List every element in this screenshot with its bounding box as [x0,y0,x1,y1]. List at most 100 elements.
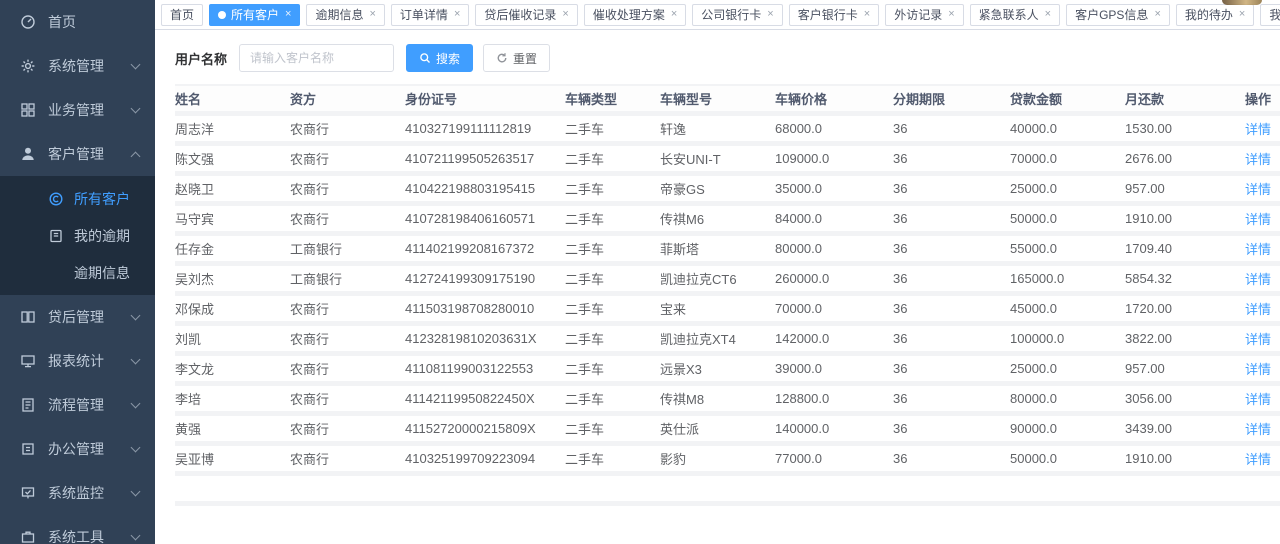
cell-empty [1245,473,1280,503]
detail-link[interactable]: 详情 [1245,272,1271,287]
detail-link[interactable]: 详情 [1245,332,1271,347]
tab-1[interactable]: 所有客户 × [209,4,300,26]
cell-身份证号: 411402199208167372 [405,233,565,263]
tab-label: 所有客户 [231,6,279,23]
search-button[interactable]: 搜索 [406,44,473,72]
sidebar-item-3[interactable]: 客户管理 [0,132,155,176]
cell-身份证号: 41142119950822450X [405,383,565,413]
detail-link[interactable]: 详情 [1245,452,1271,467]
submenu-item-2[interactable]: 逾期信息 [0,254,155,291]
cell-贷款金额: 45000.0 [1010,293,1125,323]
sidebar-item-label: 系统管理 [48,56,132,76]
office-icon [20,441,36,457]
customer-name-input[interactable] [239,44,394,72]
close-tab-icon[interactable]: × [369,9,375,20]
tab-7[interactable]: 客户银行卡× [789,4,879,26]
sidebar-item-2[interactable]: 业务管理 [0,88,155,132]
close-tab-icon[interactable]: × [671,9,677,20]
tab-0[interactable]: 首页 [161,4,203,26]
copyright-icon [48,191,64,207]
chevron-down-icon [131,443,141,453]
cell-actions: 详情 [1245,173,1280,203]
cell-贷款金额: 80000.0 [1010,383,1125,413]
tab-5[interactable]: 催收处理方案× [584,4,686,26]
detail-link[interactable]: 详情 [1245,422,1271,437]
tab-label: 首页 [170,6,194,23]
submenu-item-1[interactable]: 我的逾期 [0,217,155,254]
tab-2[interactable]: 逾期信息× [306,4,384,26]
detail-link[interactable]: 详情 [1245,362,1271,377]
close-tab-icon[interactable]: × [1239,9,1245,20]
cell-姓名: 赵晓卫 [175,173,290,203]
cell-分期期限: 36 [893,113,1010,143]
chevron-down-icon [131,531,141,541]
detail-link[interactable]: 详情 [1245,302,1271,317]
cell-车辆价格: 39000.0 [775,353,893,383]
sidebar-item-5[interactable]: 报表统计 [0,339,155,383]
tab-10[interactable]: 客户GPS信息× [1066,4,1170,26]
cell-资方: 农商行 [290,203,405,233]
detail-link[interactable]: 详情 [1245,182,1271,197]
cell-actions: 详情 [1245,113,1280,143]
cell-贷款金额: 90000.0 [1010,413,1125,443]
cell-月还款: 957.00 [1125,173,1245,203]
close-tab-icon[interactable]: × [1045,9,1051,20]
cell-月还款: 5854.32 [1125,263,1245,293]
tab-label: 我的流程 [1269,6,1280,23]
close-tab-icon[interactable]: × [285,9,291,20]
customers-table: 姓名资方身份证号车辆类型车辆型号车辆价格分期期限贷款金额月还款操作 周志洋农商行… [175,84,1280,506]
active-tab-dot [218,11,226,19]
chevron-down-icon [131,487,141,497]
cell-姓名: 吴刘杰 [175,263,290,293]
sidebar-item-8[interactable]: 系统监控 [0,471,155,515]
cell-车辆类型: 二手车 [565,413,660,443]
cell-车辆型号: 英仕派 [660,413,775,443]
tab-9[interactable]: 紧急联系人× [970,4,1060,26]
reset-button[interactable]: 重置 [483,44,550,72]
sidebar-item-4[interactable]: 贷后管理 [0,295,155,339]
cell-身份证号: 410325199709223094 [405,443,565,473]
cell-车辆型号: 长安UNI-T [660,143,775,173]
cell-车辆类型: 二手车 [565,113,660,143]
tab-6[interactable]: 公司银行卡× [692,4,782,26]
submenu: 所有客户我的逾期逾期信息 [0,176,155,295]
close-tab-icon[interactable]: × [454,9,460,20]
sidebar-item-0[interactable]: 首页 [0,0,155,44]
detail-link[interactable]: 详情 [1245,242,1271,257]
cell-actions: 详情 [1245,323,1280,353]
cell-资方: 农商行 [290,293,405,323]
close-tab-icon[interactable]: × [864,9,870,20]
close-tab-icon[interactable]: × [767,9,773,20]
cell-车辆型号: 菲斯塔 [660,233,775,263]
detail-link[interactable]: 详情 [1245,212,1271,227]
tab-11[interactable]: 我的待办× [1176,4,1254,26]
detail-link[interactable]: 详情 [1245,122,1271,137]
table-row: 陈文强农商行410721199505263517二手车长安UNI-T109000… [175,143,1280,173]
tab-8[interactable]: 外访记录× [885,4,963,26]
cell-车辆型号: 帝豪GS [660,173,775,203]
sidebar-item-label: 系统工具 [48,527,132,544]
cell-资方: 农商行 [290,323,405,353]
sidebar-item-label: 客户管理 [48,144,132,164]
cell-月还款: 1720.00 [1125,293,1245,323]
detail-link[interactable]: 详情 [1245,152,1271,167]
cell-车辆型号: 远景X3 [660,353,775,383]
tab-4[interactable]: 贷后催收记录× [475,4,577,26]
cell-车辆型号: 轩逸 [660,113,775,143]
tab-3[interactable]: 订单详情× [391,4,469,26]
submenu-item-0[interactable]: 所有客户 [0,180,155,217]
sidebar-item-9[interactable]: 系统工具 [0,515,155,544]
close-tab-icon[interactable]: × [1154,9,1160,20]
main-area: 首页所有客户×逾期信息×订单详情×贷后催收记录×催收处理方案×公司银行卡×客户银… [155,0,1280,544]
cell-车辆类型: 二手车 [565,203,660,233]
close-tab-icon[interactable]: × [948,9,954,20]
sidebar-item-7[interactable]: 办公管理 [0,427,155,471]
tab-12[interactable]: 我的流程× [1260,4,1280,26]
table-row: 李文龙农商行411081199003122553二手车远景X339000.036… [175,353,1280,383]
detail-link[interactable]: 详情 [1245,392,1271,407]
column-header-0: 姓名 [175,85,290,113]
sidebar-item-6[interactable]: 流程管理 [0,383,155,427]
cell-月还款: 3439.00 [1125,413,1245,443]
sidebar-item-1[interactable]: 系统管理 [0,44,155,88]
close-tab-icon[interactable]: × [562,9,568,20]
